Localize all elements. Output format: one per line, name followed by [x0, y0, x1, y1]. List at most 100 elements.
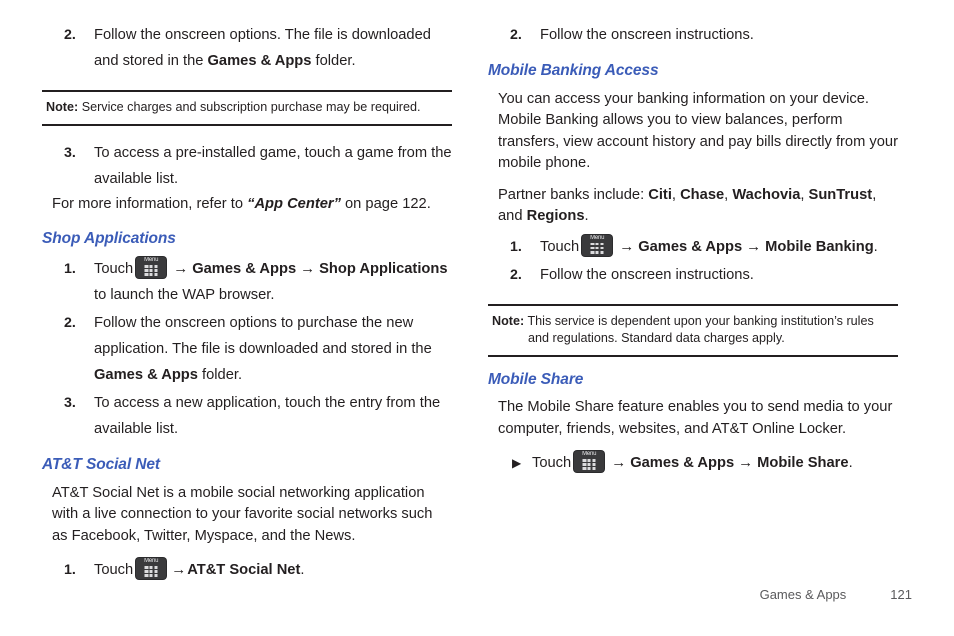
menu-item-mobile-banking[interactable]: Mobile Banking	[765, 239, 874, 255]
step-number: 2.	[64, 27, 76, 43]
note-service-charges: Note: Service charges and subscription p…	[42, 90, 452, 126]
bank-suntrust: SunTrust	[808, 186, 873, 203]
step-text-after: folder.	[197, 367, 243, 384]
step-app-center-2: 2. Follow the onscreen options. The file…	[42, 22, 452, 74]
menu-grid-icon	[144, 566, 158, 578]
step-shop-applications-3: 3. To access a new application, touch th…	[42, 390, 452, 442]
paragraph-mobile-share: The Mobile Share feature enables you to …	[498, 399, 893, 437]
note-banking-institution: Note: This service is dependent upon you…	[488, 303, 898, 357]
note-text: Service charges and subscription purchas…	[81, 100, 421, 114]
menu-key-icon[interactable]: Menu	[582, 234, 613, 256]
step-text: Follow the onscreen options to purchase …	[94, 315, 432, 383]
bold-games-and-apps: Games & Apps	[207, 53, 312, 69]
cross-reference-app-center: For more information, refer to “App Cent…	[42, 194, 452, 216]
menu-key-label: Menu	[144, 257, 159, 264]
paragraph-att-social-net: AT&T Social Net is a mobile social netwo…	[52, 484, 433, 544]
arrow-right-icon: →	[171, 561, 187, 579]
bullet-triangle-icon: ▶	[512, 456, 522, 471]
arrow-right-icon: →	[611, 454, 627, 472]
note-text: This service is dependent upon your bank…	[527, 313, 874, 345]
paragraph-partner-banks: Partner banks include: Citi, Chase, Wach…	[498, 186, 877, 225]
partner-banks-end: .	[584, 208, 589, 225]
step-text-after: folder.	[311, 53, 356, 69]
step-mobile-banking-1: 1. Touch Menu → Games & Apps → Mobile Banking…	[488, 234, 898, 260]
step-top-2: 2. Follow the onscreen instructions.	[488, 22, 898, 48]
step-number: 1.	[510, 238, 522, 255]
menu-key-label: Menu	[590, 234, 605, 241]
menu-item-games-and-apps[interactable]: Games & Apps	[630, 455, 734, 471]
step-text: Touch Menu → Games & Apps → Mobile Banking.	[540, 234, 878, 256]
touch-label: Touch	[540, 238, 580, 255]
step-app-center-3: 3. To access a pre-installed game, touch…	[42, 140, 452, 192]
menu-grid-icon	[144, 265, 158, 277]
crossref-link[interactable]: “App Center”	[247, 196, 341, 212]
bank-chase: Chase	[680, 186, 725, 203]
step-number: 2.	[510, 266, 522, 283]
paragraph-mobile-banking: You can access your banking information …	[498, 90, 898, 172]
step-text: Touch Menu →AT&T Social Net.	[94, 558, 305, 580]
note-label: Note:	[492, 313, 525, 328]
step-text: Touch Menu → Games & Apps → Mobile Share.	[532, 451, 853, 473]
step-number: 2.	[510, 27, 522, 43]
menu-item-shop-applications[interactable]: Shop Applications	[319, 261, 447, 277]
heading-mobile-banking-access: Mobile Banking Access	[488, 62, 659, 79]
menu-grid-icon	[582, 459, 596, 471]
step-text: To access a new application, touch the e…	[94, 395, 441, 438]
bank-wachovia: Wachovia	[732, 186, 801, 203]
footer-section-title: Games & Apps	[759, 587, 847, 602]
step-number: 2.	[64, 315, 76, 332]
manual-page: 2. Follow the onscreen options. The file…	[0, 0, 954, 636]
step-text-after: .	[848, 455, 853, 472]
step-text-before: Follow the onscreen options to purchase …	[94, 315, 432, 358]
heading-mobile-share: Mobile Share	[488, 370, 584, 388]
step-text-after: to launch the WAP browser.	[94, 287, 275, 304]
menu-key-label: Menu	[144, 558, 159, 565]
step-number: 3.	[64, 395, 76, 412]
arrow-right-icon: →	[300, 260, 316, 278]
menu-key-label: Menu	[582, 451, 597, 458]
step-text: Follow the onscreen instructions.	[540, 27, 754, 43]
left-column: 2. Follow the onscreen options. The file…	[42, 22, 452, 585]
step-text-after: .	[873, 238, 878, 255]
partner-banks-intro: Partner banks include:	[498, 186, 649, 203]
step-mobile-banking-2: 2. Follow the onscreen instructions.	[488, 262, 898, 288]
note-content: Note: This service is dependent upon you…	[492, 313, 896, 347]
arrow-right-icon: →	[173, 260, 189, 278]
menu-item-games-and-apps[interactable]: Games & Apps	[192, 261, 296, 277]
heading-shop-applications: Shop Applications	[42, 229, 176, 247]
step-number: 1.	[64, 562, 76, 579]
note-content: Note: Service charges and subscription p…	[46, 99, 450, 116]
heading-att-social-net: AT&T Social Net	[42, 456, 160, 474]
note-label: Note:	[46, 100, 79, 114]
touch-label: Touch	[532, 455, 572, 472]
menu-item-att-social-net[interactable]: AT&T Social Net	[187, 562, 300, 578]
step-mobile-share: ▶ Touch Menu → Games & Apps → Mobile Share.	[488, 450, 898, 476]
step-number: 3.	[64, 145, 76, 161]
arrow-right-icon: →	[619, 237, 635, 255]
touch-label: Touch	[94, 261, 134, 278]
bold-games-and-apps: Games & Apps	[94, 367, 198, 384]
footer-page-number: 121	[890, 587, 912, 602]
menu-key-icon[interactable]: Menu	[574, 451, 605, 473]
touch-label: Touch	[94, 562, 134, 579]
menu-grid-icon	[590, 242, 604, 254]
step-shop-applications-1: 1. Touch Menu → Games & Apps → Shop Applicati…	[42, 256, 452, 308]
menu-key-icon[interactable]: Menu	[136, 558, 167, 580]
arrow-right-icon: →	[738, 454, 754, 472]
step-text: Touch Menu → Games & Apps → Shop Applications…	[94, 257, 448, 304]
step-number: 1.	[64, 261, 76, 278]
step-text: To access a pre-installed game, touch a …	[94, 145, 452, 187]
step-text-after: .	[300, 562, 305, 579]
step-text: Follow the onscreen options. The file is…	[94, 27, 431, 69]
right-column: 2. Follow the onscreen instructions. Mob…	[488, 22, 898, 478]
bank-regions: Regions	[526, 208, 585, 225]
menu-key-icon[interactable]: Menu	[136, 257, 167, 279]
bank-citi: Citi	[648, 186, 672, 203]
menu-item-mobile-share[interactable]: Mobile Share	[757, 455, 848, 471]
arrow-right-icon: →	[746, 237, 762, 255]
crossref-text-after: on page 122.	[340, 196, 431, 212]
menu-item-games-and-apps[interactable]: Games & Apps	[638, 239, 742, 255]
step-att-social-net-1: 1. Touch Menu →AT&T Social Net.	[42, 557, 452, 583]
crossref-text-before: For more information, refer to	[52, 196, 248, 212]
step-text: Follow the onscreen instructions.	[540, 266, 754, 283]
